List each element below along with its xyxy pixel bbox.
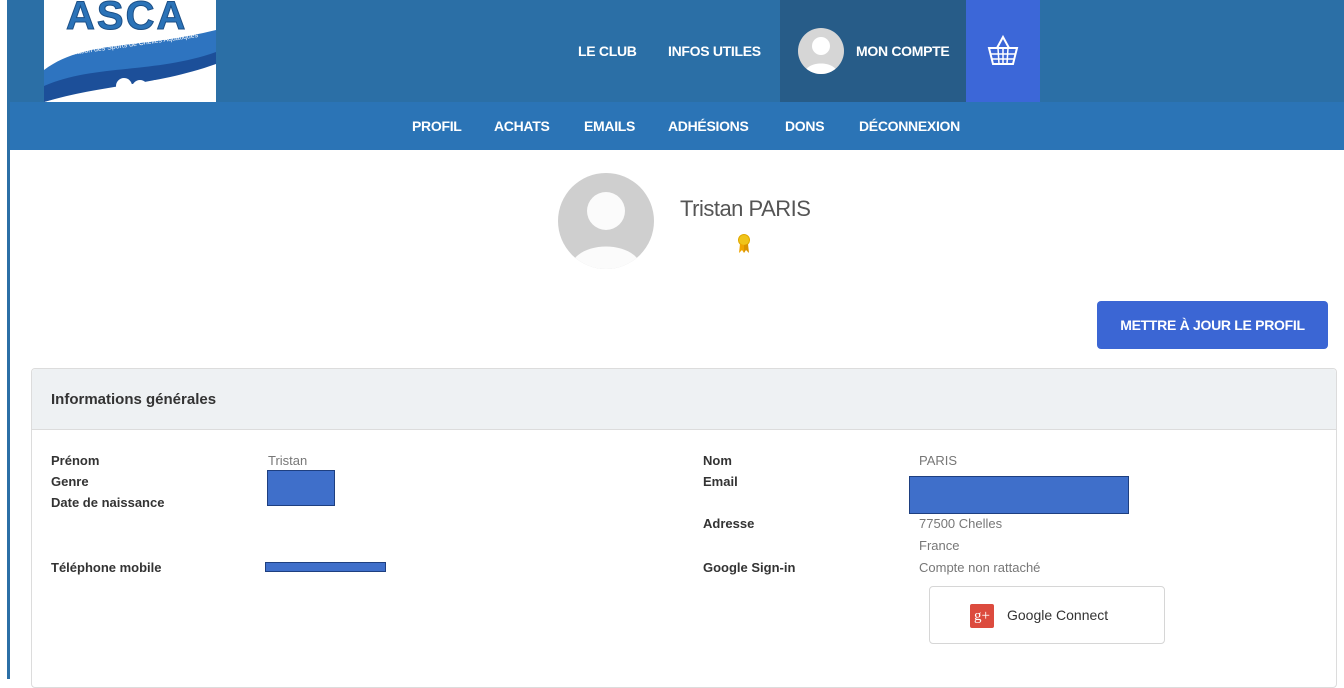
subnav-achats[interactable]: ACHATS <box>494 102 550 150</box>
site-logo[interactable]: ASCA Association des Sports de Chelles A… <box>44 0 216 102</box>
cart-button[interactable] <box>966 0 1040 102</box>
panel-header <box>32 369 1336 430</box>
panel-title: Informations générales <box>51 391 217 408</box>
google-connect-label: Google Connect <box>1007 607 1109 623</box>
profile-name: Tristan PARIS <box>680 196 811 221</box>
adresse-label: Adresse <box>703 516 755 531</box>
nom-label: Nom <box>703 453 732 468</box>
redacted-genre-dob <box>267 470 335 506</box>
google-signin-status: Compte non rattaché <box>919 560 1041 575</box>
user-silhouette-icon <box>804 37 838 74</box>
user-silhouette-icon <box>570 192 642 269</box>
nav-mon-compte-label: MON COMPTE <box>856 43 950 59</box>
subnav-profil[interactable]: PROFIL <box>412 102 462 150</box>
nav-infos-utiles[interactable]: INFOS UTILES <box>668 0 761 102</box>
nav-mon-compte[interactable]: MON COMPTE <box>780 0 966 102</box>
google-connect-button[interactable]: g+ Google Connect <box>929 586 1165 644</box>
subnav-deconnexion[interactable]: DÉCONNEXION <box>859 102 960 150</box>
email-label: Email <box>703 474 738 489</box>
logo-text: ASCA <box>65 0 188 39</box>
user-avatar-small <box>798 28 844 74</box>
page-left-border <box>0 0 10 679</box>
subnav-emails[interactable]: EMAILS <box>584 102 635 150</box>
nav-le-club[interactable]: LE CLUB <box>578 0 637 102</box>
adresse-line2: France <box>919 538 960 553</box>
update-profile-button[interactable]: METTRE À JOUR LE PROFIL <box>1097 301 1328 349</box>
basket-icon <box>987 34 1019 65</box>
account-subnav: PROFIL ACHATS EMAILS ADHÉSIONS DONS DÉCO… <box>10 102 1344 150</box>
subnav-dons[interactable]: DONS <box>785 102 825 150</box>
top-header: ASCA Association des Sports de Chelles A… <box>10 0 1344 102</box>
award-icon <box>738 234 750 253</box>
google-signin-label: Google Sign-in <box>703 560 796 575</box>
profile-avatar <box>558 173 654 269</box>
prenom-label: Prénom <box>51 453 100 468</box>
adresse-line1: 77500 Chelles <box>919 516 1003 531</box>
dob-label: Date de naissance <box>51 495 165 510</box>
subnav-adhesions[interactable]: ADHÉSIONS <box>668 102 749 150</box>
redacted-phone <box>265 562 386 572</box>
genre-label: Genre <box>51 474 89 489</box>
google-plus-icon: g+ <box>970 604 994 628</box>
redacted-email <box>909 476 1129 514</box>
prenom-value: Tristan <box>268 453 308 468</box>
phone-label: Téléphone mobile <box>51 560 162 575</box>
nom-value: PARIS <box>919 453 958 468</box>
